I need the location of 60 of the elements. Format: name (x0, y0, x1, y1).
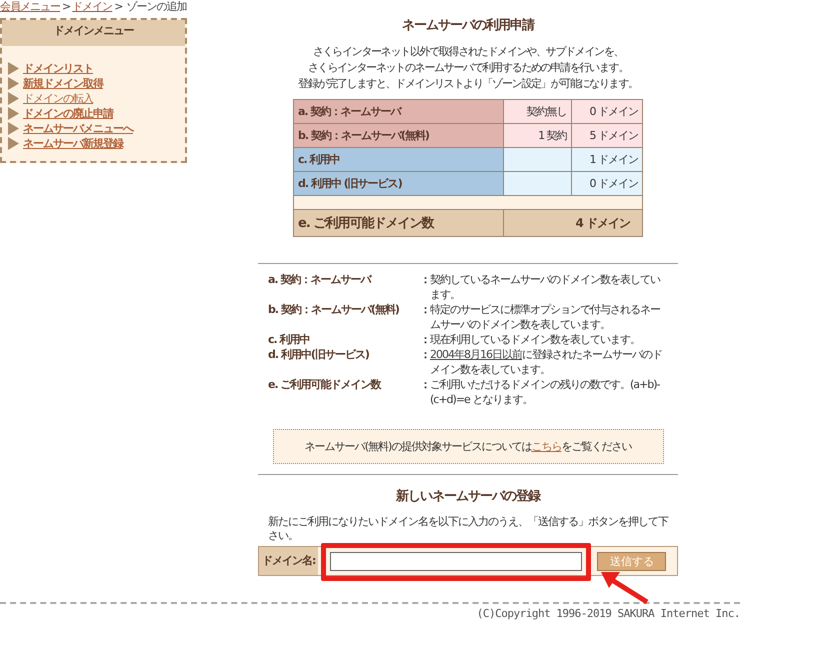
section-heading: 新しいネームサーバの登録 (396, 488, 540, 506)
intro-text: 登録が完了しますと、ドメインリストより「ゾーン設定」が可能になります。 (298, 76, 638, 92)
triangle-icon (8, 107, 19, 120)
definition-text: 特定のサービスに標準オプションで付与されるネームサーバのドメイン数を表しています。 (430, 302, 661, 332)
table-cell: 0 ドメイン (571, 100, 642, 124)
table-cell: 0 ドメイン (571, 172, 642, 196)
triangle-icon (8, 92, 19, 105)
definition-term: e. ご利用可能ドメイン数 (268, 377, 382, 393)
table-cell: a. 契約：ネームサーバ (294, 100, 504, 124)
table-cell (504, 148, 572, 172)
intro-text: さくらインターネットのネームサーバで利用するための申請を行います。 (306, 60, 630, 76)
definition-text: 現在利用しているドメイン数を表しています。 (430, 332, 641, 347)
domain-input[interactable] (330, 552, 582, 570)
sidebar-link[interactable]: ドメインリスト (23, 61, 93, 76)
domain-label: ドメイン名: (259, 547, 318, 575)
submit-button[interactable]: 送信する (597, 552, 666, 570)
table-cell: d. 利用中 (旧サービス) (294, 172, 504, 196)
definition-term: b. 契約：ネームサーバ(無料) (268, 302, 400, 318)
breadcrumb-separator: > (62, 0, 70, 13)
definition-term: d. 利用中(旧サービス) (268, 347, 370, 363)
table-cell: 4 ドメイン (504, 210, 642, 236)
definition-term: c. 利用中 (268, 332, 311, 347)
sidebar-link[interactable]: ドメインの転入 (23, 91, 93, 106)
triangle-icon (8, 77, 19, 90)
breadcrumb-separator: > (114, 0, 122, 13)
table-cell: 1 ドメイン (571, 148, 642, 172)
table-cell: 5 ドメイン (571, 124, 642, 148)
colon: ： (420, 377, 430, 393)
definition-term: a. 契約：ネームサーバ (268, 272, 372, 288)
definition-text: 契約しているネームサーバのドメイン数を表しています。 (430, 272, 662, 302)
copyright-text: (C)Copyright 1996-2019 SAKURA Internet Inc. (476, 607, 740, 620)
sidebar-link[interactable]: 新規ドメイン取得 (23, 76, 103, 91)
triangle-icon (8, 62, 19, 75)
intro-text: さくらインターネット以外で取得されたドメインや、サブドメインを、 (312, 44, 624, 60)
breadcrumb-link[interactable]: 会員メニュー (0, 0, 60, 13)
table-cell: c. 利用中 (294, 148, 504, 172)
colon: ： (420, 302, 430, 318)
breadcrumb-current: ゾーンの追加 (126, 0, 186, 13)
colon: ： (420, 272, 430, 288)
breadcrumb-link[interactable]: ドメイン (72, 0, 112, 13)
table-cell: b. 契約：ネームサーバ(無料) (294, 124, 504, 148)
sidebar-link[interactable]: ネームサーバメニューへ (23, 121, 133, 136)
triangle-icon (8, 122, 19, 135)
colon: ： (420, 347, 430, 363)
page-title: ネームサーバの利用申請 (402, 17, 534, 35)
colon: ： (420, 332, 430, 347)
definition-text: ご利用いただけるドメインの残りの数です。(a+b)-(c+d)=e となります。 (430, 377, 661, 407)
definition-text: 2004年8月16日以前に登録されたネームサーバのドメイン数を表しています。 (430, 347, 663, 377)
sidebar-link[interactable]: ドメインの廃止申請 (23, 106, 113, 121)
table-cell: 1 契約 (504, 124, 572, 148)
here-link[interactable]: こちら (531, 440, 562, 453)
notice-text: ネームサーバ(無料)の提供対象サービスについてはこちらをご覧ください (304, 439, 632, 454)
sidebar-link[interactable]: ネームサーバ新規登録 (23, 136, 123, 151)
triangle-icon (8, 137, 19, 150)
table-cell: e. ご利用可能ドメイン数 (294, 210, 504, 236)
sidebar-title: ドメインメニュー (2, 20, 185, 46)
table-cell (504, 172, 572, 196)
date-link[interactable]: 2004年8月16日以前 (430, 348, 522, 361)
table-cell: 契約無し (504, 100, 572, 124)
instruction-text: 新たにご利用になりたいドメイン名を以下に入力のうえ、「送信する」ボタンを押して下さい。 (268, 515, 668, 543)
